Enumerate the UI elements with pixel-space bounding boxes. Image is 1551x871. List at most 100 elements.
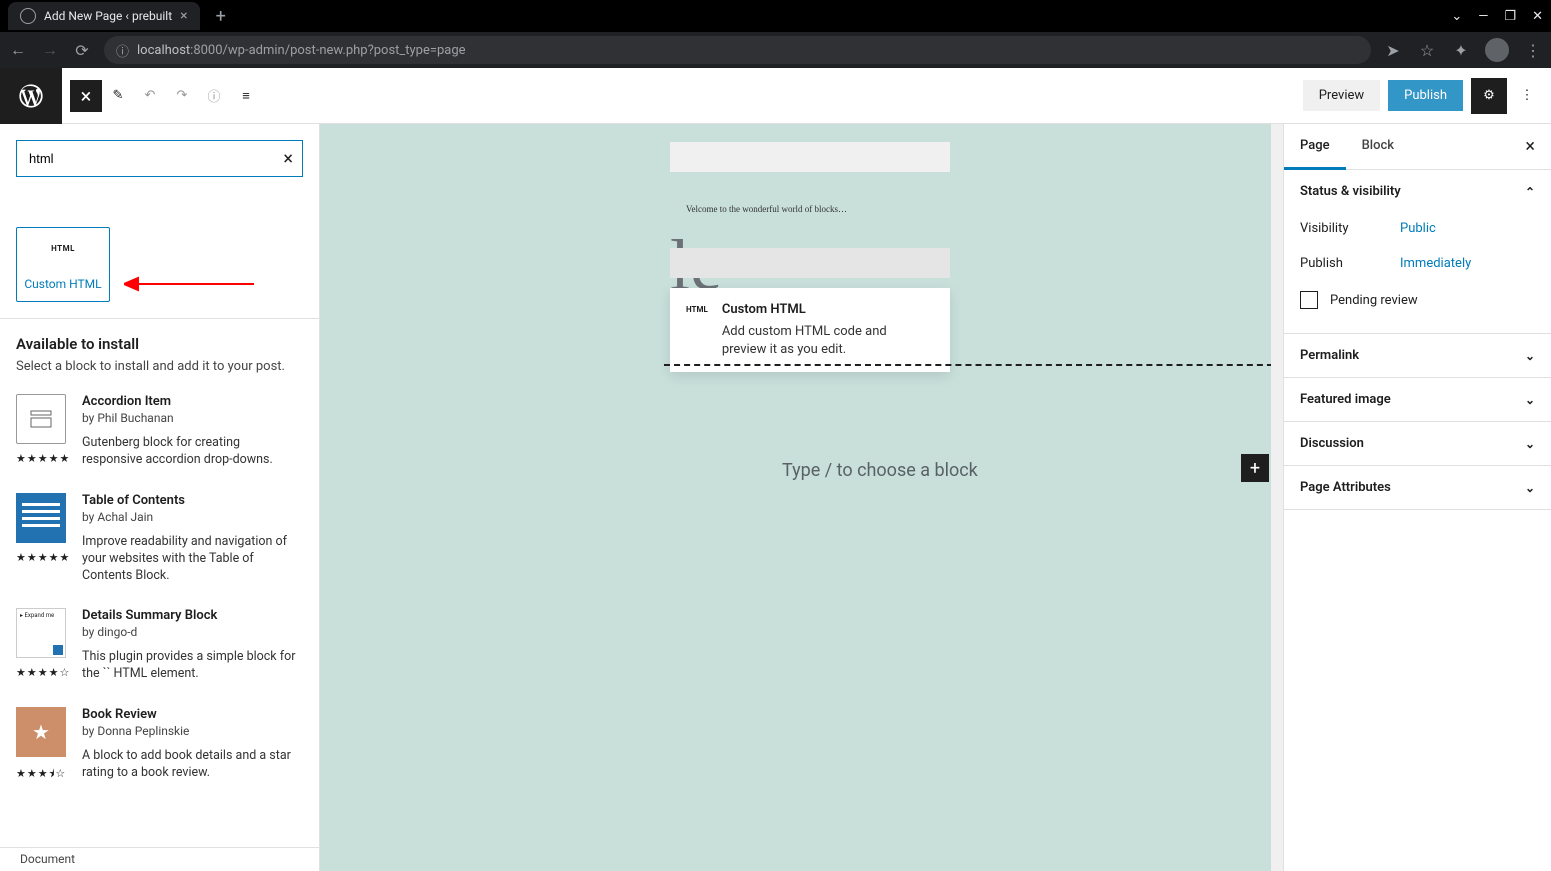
tab-title: Add New Page ‹ prebuilt bbox=[44, 9, 172, 23]
close-inserter-button[interactable]: × bbox=[70, 80, 102, 112]
forward-icon[interactable]: → bbox=[40, 40, 60, 60]
pending-review-checkbox[interactable] bbox=[1300, 291, 1318, 309]
search-input[interactable] bbox=[16, 140, 303, 177]
install-subtitle: Select a block to install and add it to … bbox=[16, 359, 303, 374]
popover-desc: Add custom HTML code and preview it as y… bbox=[722, 323, 934, 358]
plugin-thumb bbox=[16, 394, 66, 444]
chevron-down-icon: ⌄ bbox=[1525, 393, 1535, 407]
wordpress-logo[interactable] bbox=[0, 68, 62, 124]
pending-review-label: Pending review bbox=[1330, 293, 1418, 308]
preview-button[interactable]: Preview bbox=[1303, 80, 1380, 111]
visibility-value[interactable]: Public bbox=[1400, 221, 1436, 236]
browser-url-bar: ← → ⟳ ⓘ localhost:8000/wp-admin/post-new… bbox=[0, 32, 1551, 68]
chevron-down-icon: ⌄ bbox=[1525, 349, 1535, 363]
minimize-icon[interactable]: — bbox=[1478, 9, 1488, 24]
close-icon[interactable]: × bbox=[180, 8, 187, 24]
plugin-desc: This plugin provides a simple block for … bbox=[82, 649, 303, 683]
menu-icon[interactable]: ⋮ bbox=[1523, 41, 1543, 60]
plugin-author: by Phil Buchanan bbox=[82, 411, 303, 425]
settings-sidebar: Page Block × Status & visibility ⌃ Visib… bbox=[1283, 124, 1551, 871]
available-to-install: Available to install Select a block to i… bbox=[0, 318, 319, 847]
star-rating: ★★★★★ bbox=[16, 551, 66, 564]
undo-icon[interactable]: ↶ bbox=[134, 80, 166, 112]
star-icon[interactable]: ☆ bbox=[1417, 41, 1437, 60]
info-icon: ⓘ bbox=[116, 41, 129, 60]
doc-status: Document bbox=[0, 847, 319, 871]
url-input[interactable]: ⓘ localhost:8000/wp-admin/post-new.php?p… bbox=[104, 36, 1371, 64]
star-rating: ★★★★☆ bbox=[16, 666, 66, 679]
more-button[interactable]: ⋮ bbox=[1515, 88, 1539, 103]
info-icon[interactable]: ⓘ bbox=[198, 80, 230, 112]
publish-value[interactable]: Immediately bbox=[1400, 256, 1471, 271]
restore-icon[interactable]: ❐ bbox=[1504, 9, 1516, 24]
close-sidebar-icon[interactable]: × bbox=[1509, 124, 1551, 169]
block-custom-html[interactable]: HTML Custom HTML bbox=[16, 227, 110, 302]
plugin-thumb: ★ bbox=[16, 707, 66, 757]
globe-icon bbox=[20, 8, 36, 24]
panel-featured-image[interactable]: Featured image ⌄ bbox=[1284, 378, 1551, 422]
panel-title: Featured image bbox=[1300, 392, 1391, 407]
plugin-item[interactable]: ★★★★★ Accordion Item by Phil Buchanan Gu… bbox=[16, 394, 303, 469]
url-port: :8000 bbox=[190, 43, 222, 58]
plugin-item[interactable]: ▸ Expand me ★★★★☆ Details Summary Block … bbox=[16, 608, 303, 683]
insertion-marker bbox=[664, 364, 1283, 366]
browser-tab[interactable]: Add New Page ‹ prebuilt × bbox=[8, 2, 200, 30]
add-block-button[interactable]: + bbox=[1241, 454, 1269, 482]
chevron-down-icon: ⌄ bbox=[1525, 481, 1535, 495]
html-icon: HTML bbox=[686, 302, 708, 358]
block-popover: HTML Custom HTML Add custom HTML code an… bbox=[670, 288, 950, 372]
publish-button[interactable]: Publish bbox=[1388, 80, 1463, 111]
chevron-down-icon: ⌄ bbox=[1525, 437, 1535, 451]
reload-icon[interactable]: ⟳ bbox=[72, 41, 92, 60]
redo-icon[interactable]: ↷ bbox=[166, 80, 198, 112]
star-rating: ★★★⯨☆ bbox=[16, 765, 66, 784]
browser-tab-bar: Add New Page ‹ prebuilt × + ⌄ — ❐ ✕ bbox=[0, 0, 1551, 32]
chevron-up-icon: ⌃ bbox=[1525, 185, 1535, 199]
install-title: Available to install bbox=[16, 335, 303, 353]
plugin-desc: Improve readability and navigation of yo… bbox=[82, 534, 303, 585]
back-icon[interactable]: ← bbox=[8, 40, 28, 60]
block-preview-bar bbox=[670, 142, 950, 172]
clear-search-icon[interactable]: × bbox=[283, 148, 293, 169]
plugin-name: Table of Contents bbox=[82, 493, 303, 508]
plugin-name: Book Review bbox=[82, 707, 303, 722]
choose-block-prompt[interactable]: Type / to choose a block bbox=[782, 460, 978, 481]
html-icon: HTML bbox=[51, 244, 75, 253]
plugin-author: by Achal Jain bbox=[82, 510, 303, 524]
close-window-icon[interactable]: ✕ bbox=[1532, 9, 1543, 24]
panel-title: Discussion bbox=[1300, 436, 1364, 451]
settings-button[interactable]: ⚙ bbox=[1471, 78, 1507, 114]
plugin-item[interactable]: ★ ★★★⯨☆ Book Review by Donna Peplinskie … bbox=[16, 707, 303, 784]
popover-title: Custom HTML bbox=[722, 302, 934, 317]
plugin-author: by dingo-d bbox=[82, 625, 303, 639]
plugin-thumb: ▸ Expand me bbox=[16, 608, 66, 658]
panel-status-visibility[interactable]: Status & visibility ⌃ Visibility Public … bbox=[1284, 170, 1551, 334]
panel-permalink[interactable]: Permalink ⌄ bbox=[1284, 334, 1551, 378]
plugin-name: Accordion Item bbox=[82, 394, 303, 409]
star-rating: ★★★★★ bbox=[16, 452, 66, 465]
publish-label: Publish bbox=[1300, 256, 1400, 271]
panel-discussion[interactable]: Discussion ⌄ bbox=[1284, 422, 1551, 466]
plugin-author: by Donna Peplinskie bbox=[82, 724, 303, 738]
panel-title: Status & visibility bbox=[1300, 184, 1401, 199]
panel-page-attributes[interactable]: Page Attributes ⌄ bbox=[1284, 466, 1551, 510]
send-icon[interactable]: ➤ bbox=[1383, 41, 1403, 60]
plugin-item[interactable]: ★★★★★ Table of Contents by Achal Jain Im… bbox=[16, 493, 303, 585]
scrollbar[interactable] bbox=[1271, 124, 1283, 871]
edit-icon[interactable]: ✎ bbox=[102, 80, 134, 112]
block-preview-bar2 bbox=[670, 248, 950, 278]
tab-block[interactable]: Block bbox=[1346, 124, 1410, 169]
new-tab-button[interactable]: + bbox=[216, 6, 226, 27]
outline-icon[interactable]: ≡ bbox=[230, 80, 262, 112]
plugin-thumb bbox=[16, 493, 66, 543]
plugin-desc: A block to add book details and a star r… bbox=[82, 748, 303, 782]
editor-toolbar: × ✎ ↶ ↷ ⓘ ≡ Preview Publish ⚙ ⋮ bbox=[0, 68, 1551, 124]
panel-title: Permalink bbox=[1300, 348, 1359, 363]
extension-icon[interactable]: ✦ bbox=[1451, 41, 1471, 60]
plugin-desc: Gutenberg block for creating responsive … bbox=[82, 435, 303, 469]
window-controls: ⌄ — ❐ ✕ bbox=[1451, 9, 1543, 24]
tab-page[interactable]: Page bbox=[1284, 124, 1346, 169]
editor-canvas[interactable]: le Velcome to the wonderful world of blo… bbox=[320, 124, 1283, 871]
chevron-down-icon[interactable]: ⌄ bbox=[1451, 9, 1462, 24]
avatar[interactable] bbox=[1485, 38, 1509, 62]
